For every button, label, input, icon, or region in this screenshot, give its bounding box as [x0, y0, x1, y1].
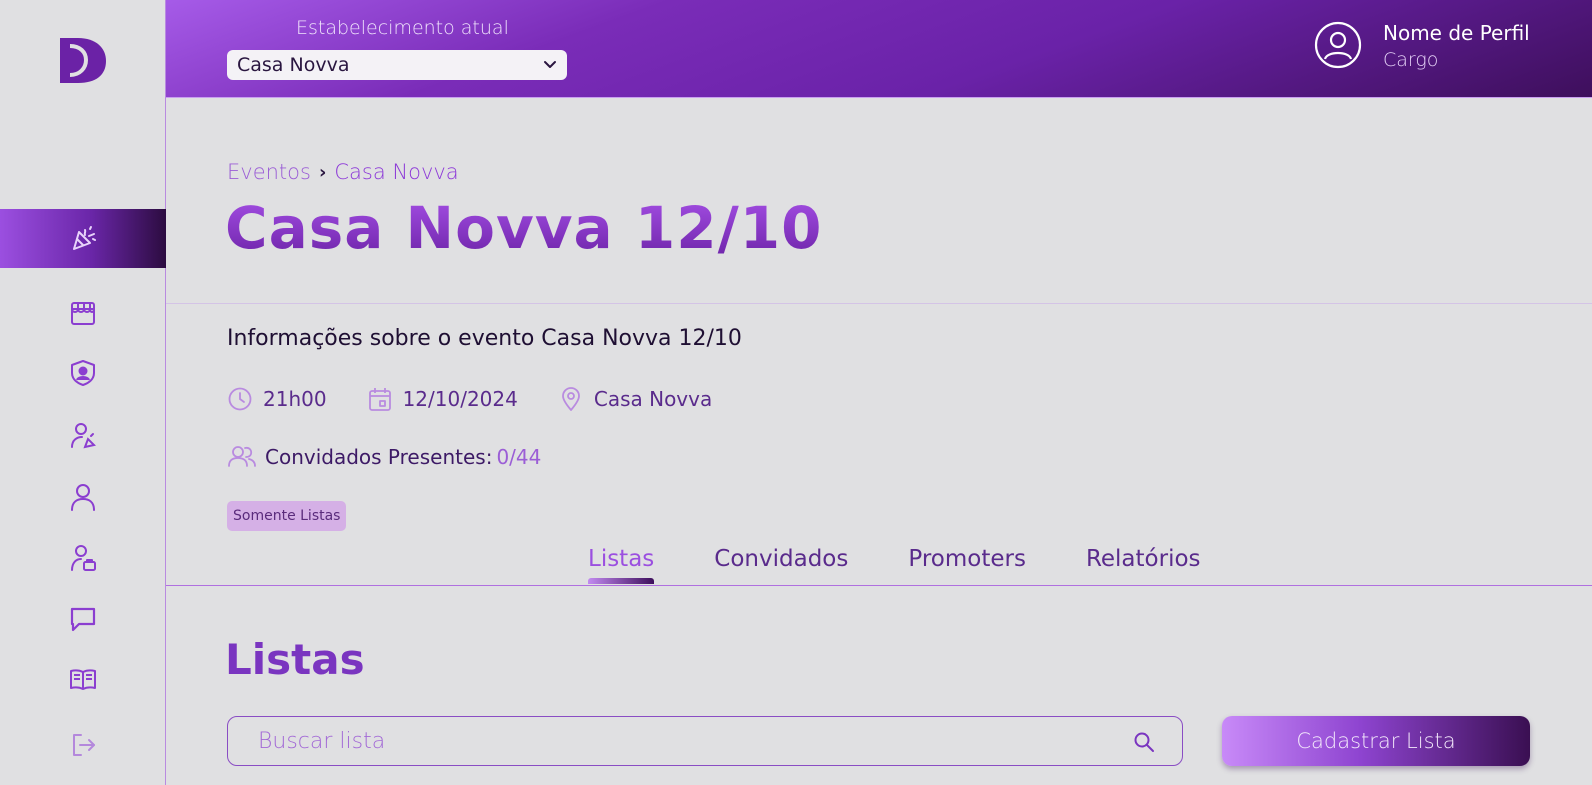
sidebar: [0, 0, 166, 785]
breadcrumb-current: Casa Novva: [334, 160, 459, 184]
logout-icon: [73, 734, 95, 756]
users-icon: [228, 446, 256, 467]
event-location-value: Casa Novva: [593, 387, 713, 411]
search-icon[interactable]: [1132, 730, 1156, 754]
event-details-row: 21h00 12/10/2024 Casa Novva: [227, 386, 752, 412]
profile-role: Cargo: [1383, 49, 1439, 71]
event-info-title: Informações sobre o evento Casa Novva 12…: [227, 326, 742, 351]
book-icon: [70, 669, 96, 690]
create-list-button[interactable]: Cadastrar Lista: [1222, 716, 1530, 766]
page-title: Casa Novva 12/10: [225, 194, 823, 262]
sidebar-item-promoters[interactable]: [0, 412, 166, 458]
sidebar-item-users[interactable]: [0, 474, 166, 520]
breadcrumb-events-link[interactable]: Eventos: [227, 160, 311, 184]
tab-bar: Listas Convidados Promoters Relatórios: [588, 546, 1201, 584]
location-pin-icon: [561, 387, 580, 411]
user-icon: [71, 484, 95, 511]
event-date-value: 12/10/2024: [402, 387, 518, 411]
event-time: 21h00: [227, 386, 327, 412]
party-popper-icon: [73, 225, 96, 250]
establishment-label: Estabelecimento atual: [296, 17, 509, 39]
sidebar-item-logout[interactable]: [0, 722, 166, 768]
guests-label: Convidados Presentes:: [265, 445, 493, 469]
calendar-icon: [368, 388, 391, 411]
brand-logo[interactable]: [56, 34, 110, 86]
event-date: 12/10/2024: [367, 386, 518, 412]
event-time-value: 21h00: [263, 387, 327, 411]
chevron-down-icon: [544, 61, 556, 68]
shield-user-icon: [71, 360, 95, 386]
sidebar-item-events[interactable]: [0, 209, 166, 268]
top-header: Estabelecimento atual Casa Novva Nome de…: [166, 0, 1592, 98]
chat-icon: [70, 607, 96, 632]
clock-icon: [228, 387, 252, 411]
breadcrumb-separator-icon: ›: [318, 161, 327, 183]
tab-divider: [166, 585, 1592, 586]
tab-relatorios[interactable]: Relatórios: [1086, 546, 1201, 578]
user-party-icon: [71, 423, 96, 449]
sidebar-item-messages[interactable]: [0, 596, 166, 642]
tab-convidados[interactable]: Convidados: [714, 546, 848, 578]
profile-name[interactable]: Nome de Perfil: [1383, 21, 1530, 45]
event-location: Casa Novva: [558, 386, 712, 412]
sidebar-item-docs[interactable]: [0, 656, 166, 702]
logo-mark-icon: [60, 38, 106, 83]
establishment-selected-value: Casa Novva: [237, 54, 350, 76]
profile-avatar-icon[interactable]: [1314, 21, 1362, 69]
sidebar-item-security[interactable]: [0, 350, 166, 396]
sidebar-item-establishments[interactable]: [0, 290, 166, 336]
user-briefcase-icon: [71, 545, 96, 571]
lists-section-title: Listas: [225, 635, 365, 684]
guests-present: Convidados Presentes: 0/44: [227, 444, 541, 470]
search-input[interactable]: Buscar lista: [227, 716, 1183, 766]
status-badge: Somente Listas: [227, 501, 347, 531]
tab-listas[interactable]: Listas: [588, 546, 655, 584]
guests-count: 0/44: [496, 445, 542, 469]
sidebar-item-staff[interactable]: [0, 535, 166, 581]
store-icon: [71, 302, 95, 325]
section-divider: [166, 303, 1592, 304]
establishment-select[interactable]: Casa Novva: [227, 50, 567, 80]
search-placeholder: Buscar lista: [258, 728, 386, 754]
breadcrumb: Eventos › Casa Novva: [227, 160, 459, 184]
tab-promoters[interactable]: Promoters: [908, 546, 1026, 578]
